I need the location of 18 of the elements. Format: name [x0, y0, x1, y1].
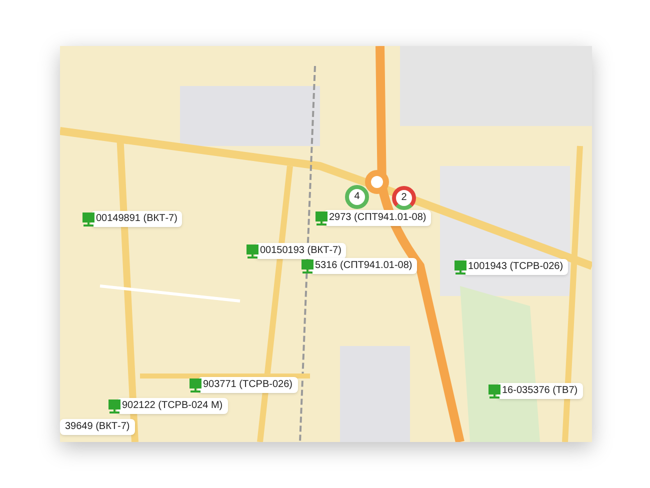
monitor-icon[interactable]	[189, 378, 202, 392]
monitor-icon[interactable]	[488, 384, 501, 398]
marker-label[interactable]: 00149891 (ВКТ-7)	[91, 211, 182, 227]
monitor-icon[interactable]	[454, 260, 467, 274]
monitor-icon[interactable]	[82, 212, 95, 226]
marker-label[interactable]: 2973 (СПТ941.01-08)	[324, 210, 432, 226]
marker-label[interactable]: 1001943 (ТСРВ-026)	[463, 259, 568, 275]
marker-label[interactable]: 903771 (ТСРВ-026)	[198, 377, 298, 393]
monitor-icon[interactable]	[315, 210, 328, 226]
monitor-icon[interactable]	[108, 398, 121, 414]
marker-label[interactable]: 16-035376 (ТВ7)	[497, 383, 583, 399]
monitor-icon[interactable]	[301, 258, 314, 274]
monitor-icon[interactable]	[246, 244, 259, 258]
marker-label[interactable]: 00150193 (ВКТ-7)	[255, 243, 346, 259]
marker-label[interactable]: 39649 (ВКТ-7)	[60, 419, 135, 435]
marker-label[interactable]: 5316 (СПТ941.01-08)	[310, 258, 418, 274]
map-drawing[interactable]	[60, 46, 592, 442]
marker-label[interactable]: 902122 (ТСРВ-024 М)	[117, 398, 228, 414]
